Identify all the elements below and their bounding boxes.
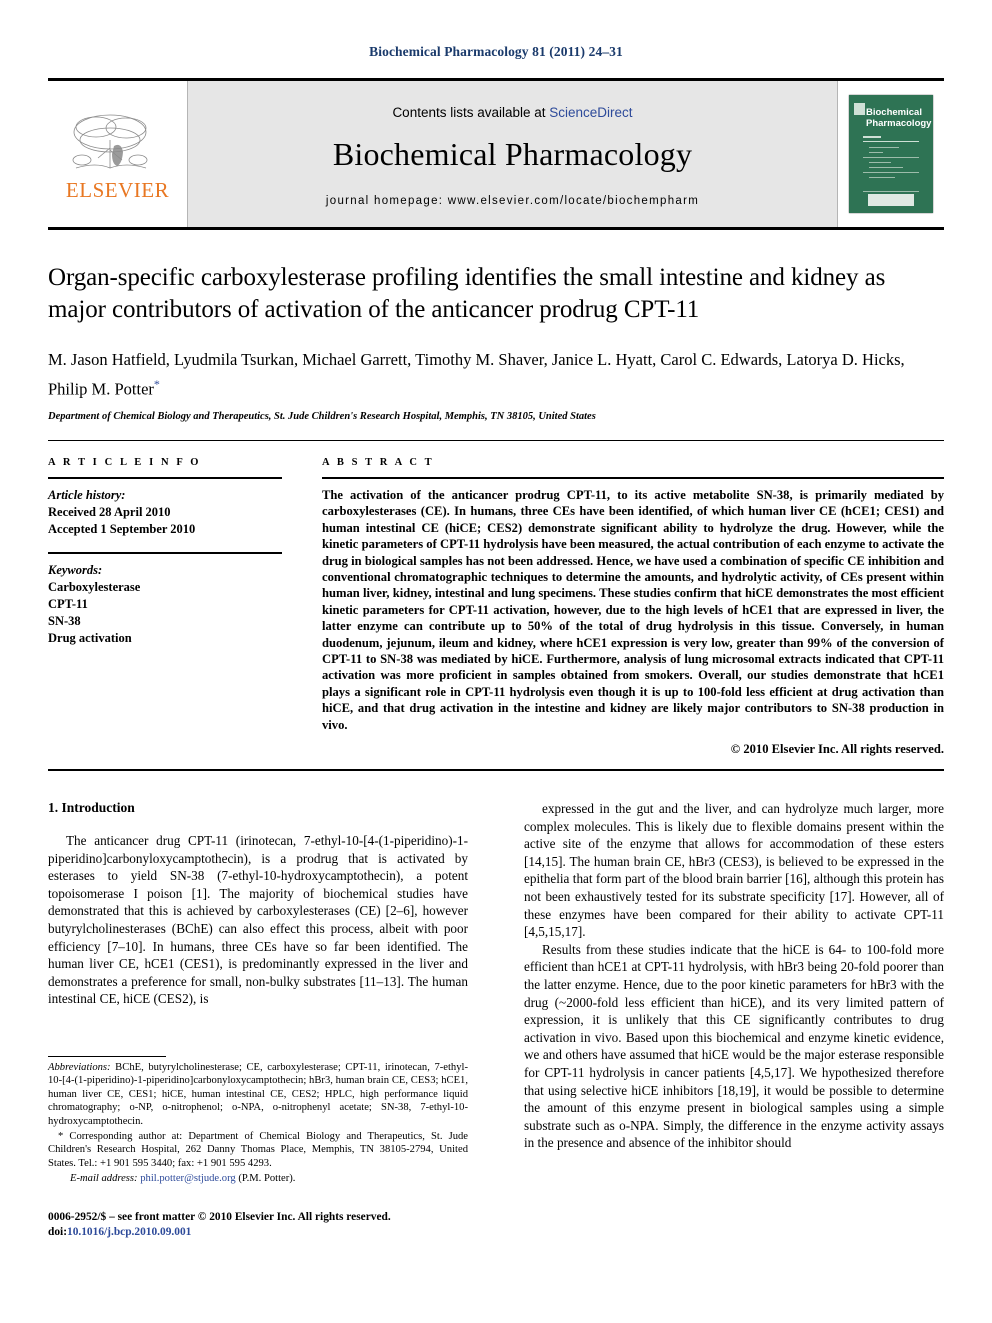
cover-text-line [869, 147, 899, 148]
accepted-date: Accepted 1 September 2010 [48, 522, 196, 536]
info-abstract-block: A R T I C L E I N F O Article history: R… [48, 440, 944, 772]
abstract-copyright: © 2010 Elsevier Inc. All rights reserved… [730, 742, 944, 757]
contents-available-line: Contents lists available at ScienceDirec… [392, 105, 632, 120]
journal-title: Biochemical Pharmacology [332, 136, 693, 172]
elsevier-tree-icon [72, 114, 147, 168]
introduction-heading: 1. Introduction [48, 800, 135, 815]
affiliation: Department of Chemical Biology and Thera… [48, 410, 596, 422]
journal-cover-cell: Biochemical Pharmacology [837, 81, 944, 227]
front-matter-line: 0006-2952/$ – see front matter © 2010 El… [48, 1211, 391, 1223]
doi-line: doi:10.1016/j.bcp.2010.09.001 [48, 1225, 468, 1240]
title-block: Organ-specific carboxylesterase profilin… [48, 262, 944, 422]
cover-text-line [863, 191, 919, 192]
abstract-column: A B S T R A C T The activation of the an… [300, 457, 944, 757]
article-info-heading: A R T I C L E I N F O [48, 457, 202, 468]
corresponding-author-text: Corresponding author at: Department of C… [48, 1131, 468, 1169]
footnote-separator [48, 1056, 166, 1057]
keyword-item: CPT-11 [48, 597, 88, 611]
keyword-item: SN-38 [48, 614, 81, 628]
doi-link[interactable]: 10.1016/j.bcp.2010.09.001 [67, 1226, 191, 1238]
elsevier-logo: ELSEVIER [48, 81, 188, 227]
contents-prefix: Contents lists available at [392, 105, 550, 120]
journal-homepage[interactable]: journal homepage: www.elsevier.com/locat… [326, 195, 699, 207]
elsevier-wordmark: ELSEVIER [65, 177, 170, 202]
email-label: E-mail address: [70, 1173, 138, 1185]
journal-article-page: Biochemical Pharmacology 81 (2011) 24–31 [0, 0, 992, 1323]
cover-rule [863, 136, 881, 138]
abstract-heading: A B S T R A C T [322, 457, 435, 468]
page-title: Organ-specific carboxylesterase profilin… [48, 264, 886, 323]
article-info-column: A R T I C L E I N F O Article history: R… [48, 457, 300, 757]
author-list: M. Jason Hatfield, Lyudmila Tsurkan, Mic… [48, 348, 944, 402]
introduction-paragraph: The anticancer drug CPT-11 (irinotecan, … [48, 833, 468, 1007]
abstract-text: The activation of the anticancer prodrug… [322, 488, 944, 732]
article-history-label: Article history: [48, 488, 126, 502]
cover-publisher-badge [868, 194, 914, 206]
cover-title: Biochemical Pharmacology [866, 107, 932, 129]
cover-text-line [869, 167, 903, 168]
page-footer: 0006-2952/$ – see front matter © 2010 El… [48, 1210, 468, 1240]
received-date: Received 28 April 2010 [48, 505, 171, 519]
cover-text-line [863, 157, 919, 158]
corresponding-author-marker: * [153, 377, 160, 391]
authors-text: M. Jason Hatfield, Lyudmila Tsurkan, Mic… [48, 350, 905, 399]
email-note: E-mail address: phil.potter@stjude.org (… [48, 1172, 468, 1185]
introduction-paragraph: Results from these studies indicate that… [524, 941, 944, 1151]
cover-text-line [869, 152, 883, 153]
abbreviations-note: Abbreviations: BChE, butyrylcholinestera… [48, 1061, 468, 1128]
body-column-right: expressed in the gut and the liver, and … [524, 800, 944, 1152]
email-link[interactable]: phil.potter@stjude.org [140, 1173, 235, 1184]
keyword-item: Carboxylesterase [48, 580, 141, 594]
journal-cover-thumbnail: Biochemical Pharmacology [849, 95, 933, 213]
cover-text-line [869, 162, 891, 163]
footnotes-block: Abbreviations: BChE, butyrylcholinestera… [48, 1056, 468, 1186]
keywords-label: Keywords: [48, 563, 103, 577]
cover-emblem-icon [854, 103, 865, 115]
introduction-paragraph: expressed in the gut and the liver, and … [524, 801, 944, 940]
doi-prefix: doi: [48, 1226, 67, 1238]
cover-text-line [869, 177, 895, 178]
cover-rule [863, 141, 919, 142]
cover-text-line [863, 172, 919, 173]
sciencedirect-link[interactable]: ScienceDirect [549, 105, 632, 120]
banner-center: Contents lists available at ScienceDirec… [188, 81, 837, 227]
abbreviations-text: BChE, butyrylcholinesterase; CE, carboxy… [48, 1062, 468, 1127]
abbreviations-label: Abbreviations: [48, 1062, 111, 1073]
journal-banner: ELSEVIER Contents lists available at Sci… [48, 78, 944, 230]
email-suffix: (P.M. Potter). [235, 1173, 296, 1185]
running-head: Biochemical Pharmacology 81 (2011) 24–31 [369, 44, 623, 59]
corresponding-author-note: * Corresponding author at: Department of… [48, 1130, 468, 1170]
keyword-item: Drug activation [48, 631, 132, 645]
